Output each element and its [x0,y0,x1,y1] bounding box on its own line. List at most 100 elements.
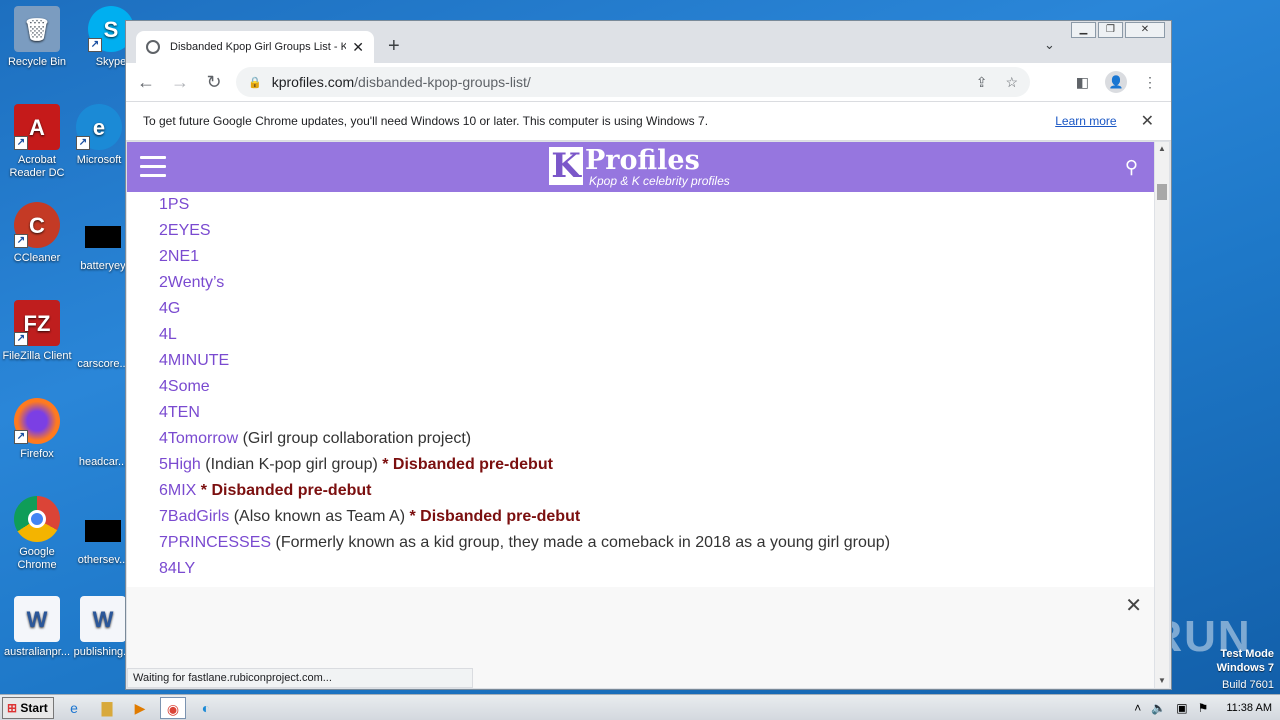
tab-search-chevron-icon[interactable]: ⌄ [1044,37,1055,53]
desktop-icon-label: australianpr... [3,646,71,658]
page-scrollbar[interactable]: ▲ ▼ [1155,142,1169,688]
desktop-icon-ccleaner[interactable]: C ↗ CCleaner [0,202,74,265]
group-name-link[interactable]: 84LY [159,560,195,577]
group-note: (Formerly known as a kid group, they mad… [271,534,891,551]
group-name-link[interactable]: 2NE1 [159,248,199,265]
group-name-link[interactable]: 2EYES [159,222,211,239]
group-name-link[interactable]: 5High [159,456,201,473]
group-name-link[interactable]: 4L [159,326,177,343]
network-icon[interactable]: ▣ [1176,701,1187,715]
edge-taskbar-icon[interactable]: ◐ [193,697,219,719]
reload-button[interactable]: ↻ [200,72,228,93]
group-list-item: 4Some [159,374,1154,400]
side-panel-icon[interactable]: ◧ [1076,74,1089,91]
url-path: /disbanded-kpop-groups-list/ [354,74,531,90]
windows-version-text: Windows 7 [1216,662,1274,674]
firefox-icon: ↗ [14,398,60,444]
file-thumbnail-icon [85,422,121,444]
file-thumbnail-icon [85,324,121,346]
share-icon[interactable]: ⇪ [976,74,988,91]
desktop-icon-label: Google Chrome [17,546,57,571]
desktop-icon-label: CCleaner [13,252,61,264]
start-button[interactable]: ⊞ Start [2,696,54,719]
media-player-icon[interactable]: ▶ [127,697,153,719]
file-thumbnail-icon [85,226,121,248]
ccleaner-icon: C ↗ [14,202,60,248]
group-list: 1PS 2EYES 2NE1 2Wenty’s 4G 4L 4MINUTE 4Some 4TEN… [127,192,1154,582]
edge-icon: e ↗ [76,104,122,150]
group-list-item: 4Tomorrow (Girl group collaboration proj… [159,426,1154,452]
scroll-thumb[interactable] [1157,184,1167,200]
flag-icon[interactable]: ⚑ [1198,701,1209,715]
group-list-item: 4G [159,296,1154,322]
group-name-link[interactable]: 4MINUTE [159,352,229,369]
group-list-item: 4L [159,322,1154,348]
site-header: K Profiles Kpop & K celebrity profiles ⚲ [127,142,1154,192]
forward-button[interactable]: → [166,72,194,93]
minimize-button[interactable]: ▁ [1071,22,1096,38]
group-name-link[interactable]: 6MIX [159,482,196,499]
group-status: * Disbanded pre-debut [409,508,581,525]
maximize-button[interactable]: ❐ [1098,22,1123,38]
desktop-icon-label: FileZilla Client [2,350,72,362]
infobar-message: To get future Google Chrome updates, you… [143,114,709,128]
bookmark-star-icon[interactable]: ☆ [1005,74,1018,91]
scroll-up-arrow-icon[interactable]: ▲ [1155,142,1169,156]
group-list-item: 84LY [159,556,1154,582]
group-list-item: 2EYES [159,218,1154,244]
group-status: * Disbanded pre-debut [382,456,553,473]
test-mode-text: Test Mode [1220,648,1274,660]
group-name-link[interactable]: 7BadGirls [159,508,229,525]
site-search-icon[interactable]: ⚲ [1125,157,1138,178]
update-infobar: To get future Google Chrome updates, you… [126,101,1171,141]
group-name-link[interactable]: 4G [159,300,180,317]
learn-more-link[interactable]: Learn more [1055,114,1116,128]
group-list-item: 2NE1 [159,244,1154,270]
close-window-button[interactable]: ✕ [1125,22,1165,38]
internet-explorer-icon[interactable]: e [61,697,87,719]
site-logo[interactable]: K Profiles Kpop & K celebrity profiles [549,147,730,187]
clock[interactable]: 11:38 AM [1226,702,1272,714]
start-label: Start [20,700,48,715]
explorer-folder-icon[interactable]: ▇ [94,697,120,719]
group-list-item: 5High (Indian K-pop girl group) * Disban… [159,452,1154,478]
address-bar[interactable]: 🔒 kprofiles.com/disbanded-kpop-groups-li… [236,67,1030,97]
group-name-link[interactable]: 4Some [159,378,210,395]
group-name-link[interactable]: 1PS [159,196,189,213]
group-name-link[interactable]: 2Wenty’s [159,274,224,291]
group-name-link[interactable]: 7PRINCESSES [159,534,271,551]
group-name-link[interactable]: 4Tomorrow [159,430,238,447]
logo-name: Profiles [585,145,700,176]
tab-active[interactable]: Disbanded Kpop Girl Groups List - Kp ✕ [136,31,374,63]
desktop-icon-chrome[interactable]: Google Chrome [0,496,74,572]
profile-avatar-icon[interactable]: 👤 [1105,71,1127,93]
scroll-down-arrow-icon[interactable]: ▼ [1155,674,1169,688]
desktop-icon-filezilla[interactable]: FZ ↗ FileZilla Client [0,300,74,363]
lock-icon[interactable]: 🔒 [248,76,262,89]
tray-expand-icon[interactable]: ˄ [1134,701,1141,715]
infobar-close-icon[interactable]: ✕ [1141,111,1154,131]
hamburger-menu-icon[interactable] [140,156,166,183]
new-tab-button[interactable]: + [388,35,400,58]
group-name-link[interactable]: 4TEN [159,404,200,421]
ad-close-icon[interactable]: ✕ [1125,593,1142,618]
desktop-icon-australianpr[interactable]: W australianpr... [0,596,74,659]
group-note: (Also known as Team A) [229,508,410,525]
desktop-icon-label: Recycle Bin [7,56,67,68]
volume-icon[interactable]: 🔈 [1151,701,1166,715]
chrome-taskbar-icon[interactable]: ◉ [160,696,186,719]
desktop-icon-firefox[interactable]: ↗ Firefox [0,398,74,461]
tab-title: Disbanded Kpop Girl Groups List - Kp [170,41,347,53]
desktop-icon-recycle-bin[interactable]: 🗑 Recycle Bin [0,6,74,69]
acrobat-icon: A ↗ [14,104,60,150]
window-controls: ▁ ❐ ✕ [1071,22,1165,38]
group-list-item: 2Wenty’s [159,270,1154,296]
logo-k: K [549,147,583,185]
group-note: (Indian K-pop girl group) [200,456,383,473]
group-list-item: 1PS [159,192,1154,218]
system-tray: ˄ 🔈 ▣ ⚑ 11:38 AM [1134,701,1280,715]
menu-kebab-icon[interactable]: ⋮ [1143,74,1157,91]
tab-close-icon[interactable]: ✕ [352,39,364,56]
back-button[interactable]: ← [132,72,160,93]
file-thumbnail-icon [85,520,121,542]
